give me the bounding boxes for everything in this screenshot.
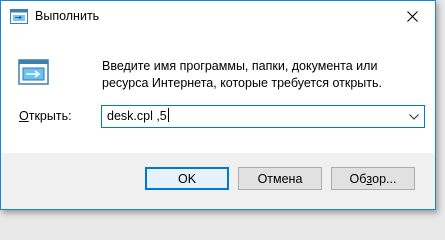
window-title: Выполнить (35, 9, 100, 23)
close-button[interactable] (389, 1, 435, 31)
chevron-down-icon (409, 113, 419, 120)
browse-label-suffix: ор... (372, 171, 397, 186)
open-label-accesskey: О (19, 109, 29, 123)
title-bar[interactable]: Выполнить (1, 1, 435, 32)
open-input-value: desk.cpl ,5 (107, 109, 167, 123)
ok-button[interactable]: OK (145, 167, 229, 190)
browse-label-prefix: Об (349, 171, 367, 186)
cancel-button[interactable]: Отмена (238, 167, 322, 190)
text-caret (167, 108, 169, 122)
run-program-icon (18, 59, 49, 85)
open-combobox[interactable]: desk.cpl ,5 (101, 105, 425, 128)
open-label-text: ткрыть: (28, 109, 72, 123)
open-label: Открыть: (19, 108, 72, 125)
browse-button[interactable]: Об з ор... (331, 167, 415, 190)
run-dialog: Выполнить Введите имя программы, папки, … (0, 0, 436, 210)
close-icon (406, 10, 418, 22)
description-text: Введите имя программы, папки, документа … (102, 59, 382, 90)
dropdown-button[interactable] (404, 106, 424, 127)
open-input[interactable]: desk.cpl ,5 (107, 108, 400, 125)
run-icon (10, 9, 28, 24)
